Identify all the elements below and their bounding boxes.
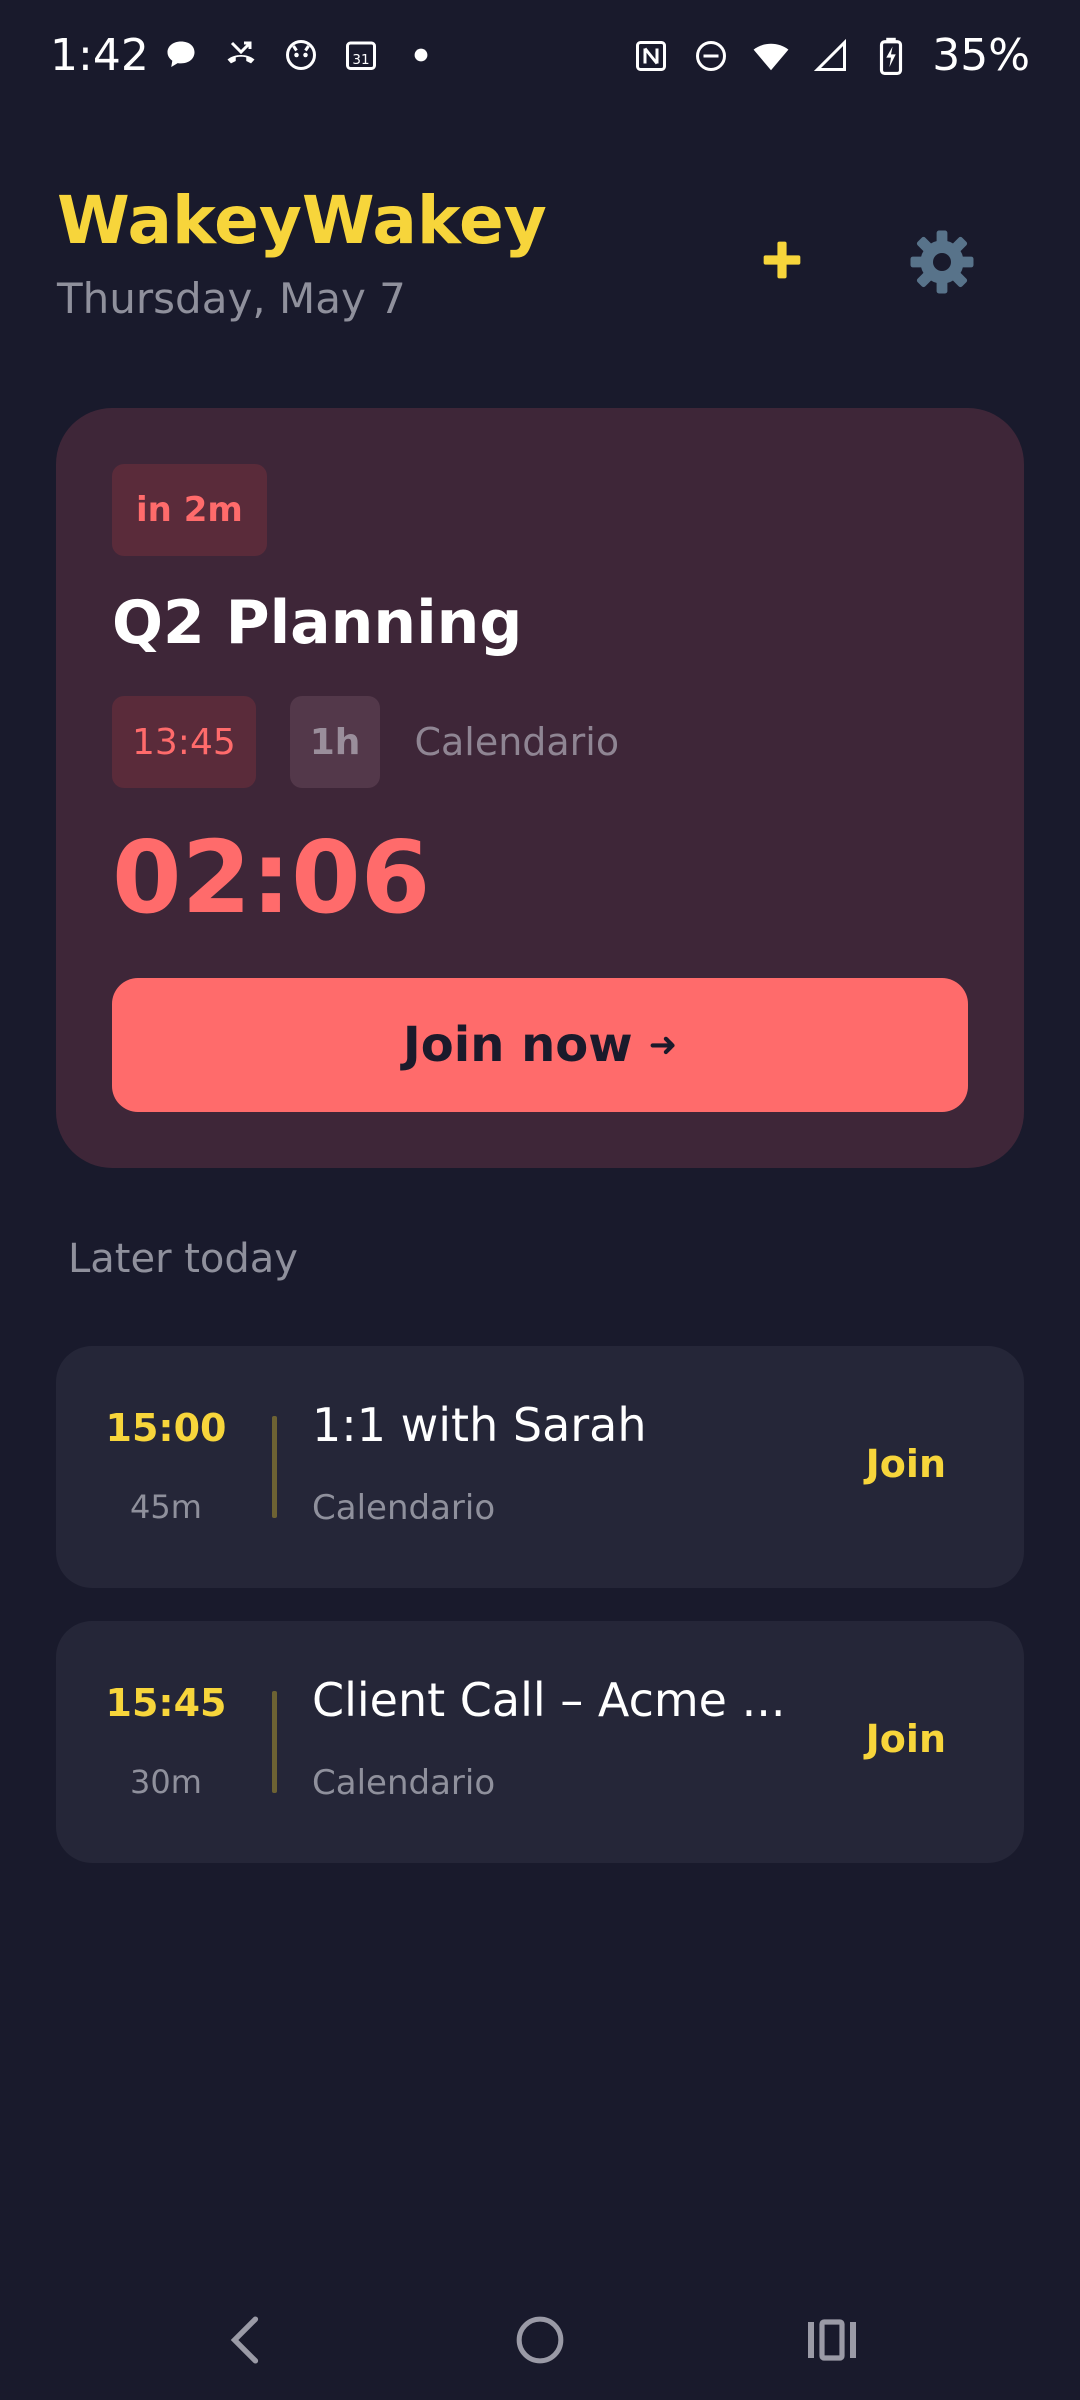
back-button[interactable] [205, 2300, 285, 2380]
recents-icon [808, 2319, 856, 2361]
add-event-button[interactable] [742, 220, 822, 300]
do-not-disturb-icon [692, 37, 730, 75]
status-time: 1:42 [50, 30, 149, 81]
chat-bubble-icon [162, 36, 200, 74]
meeting-time-badge: 13:45 [112, 696, 256, 788]
event-join-button[interactable]: Join [866, 1717, 946, 1761]
signal-icon [812, 37, 850, 75]
event-calendar-source: Calendario [312, 1488, 496, 1528]
home-button[interactable] [500, 2300, 580, 2380]
system-icons: 35% [632, 30, 1030, 81]
event-join-button[interactable]: Join [866, 1442, 946, 1486]
plus-icon [763, 241, 801, 279]
battery-percent: 35% [932, 30, 1030, 81]
event-card[interactable]: 15:00 45m 1:1 with Sarah Calendario Join [56, 1346, 1024, 1588]
back-chevron-icon [230, 2316, 259, 2364]
meeting-meta: 13:45 1h Calendario [112, 696, 619, 788]
event-time: 15:00 [105, 1406, 227, 1450]
gear-icon [910, 230, 974, 294]
app-title: WakeyWakey [57, 182, 547, 259]
event-time: 15:45 [105, 1681, 227, 1725]
github-icon [282, 36, 320, 74]
home-circle-icon [516, 2316, 564, 2364]
nfc-icon [632, 37, 670, 75]
more-notifications-icon [402, 36, 440, 74]
event-divider [272, 1691, 277, 1793]
status-bar: 1:42 31 35% [0, 0, 1080, 118]
navigation-bar [0, 2280, 1080, 2400]
missed-call-icon [222, 36, 260, 74]
battery-charging-icon [872, 37, 910, 75]
countdown-timer: 02:06 [112, 819, 431, 936]
current-date: Thursday, May 7 [57, 274, 406, 323]
calendar-icon: 31 [342, 36, 380, 74]
event-duration: 30m [130, 1763, 202, 1801]
meeting-duration-badge: 1h [289, 696, 381, 788]
next-meeting-card: in 2m Q2 Planning 13:45 1h Calendario 02… [56, 408, 1024, 1168]
later-today-heading: Later today [68, 1236, 298, 1282]
join-now-button[interactable]: Join now ➜ [112, 978, 968, 1112]
starts-in-badge: in 2m [112, 464, 267, 556]
event-calendar-source: Calendario [312, 1763, 496, 1803]
event-divider [272, 1416, 277, 1518]
wifi-icon [752, 37, 790, 75]
notification-icons: 31 [162, 36, 440, 74]
event-title: 1:1 with Sarah [312, 1398, 647, 1452]
meeting-calendar-source: Calendario [414, 720, 620, 764]
event-title: Client Call – Acme ... [312, 1673, 786, 1727]
join-now-label: Join now [402, 1017, 633, 1073]
event-card[interactable]: 15:45 30m Client Call – Acme ... Calenda… [56, 1621, 1024, 1863]
meeting-title: Q2 Planning [112, 588, 523, 658]
settings-button[interactable] [900, 220, 984, 304]
svg-text:31: 31 [352, 52, 369, 68]
recents-button[interactable] [792, 2300, 872, 2380]
arrow-right-icon: ➜ [648, 1025, 678, 1065]
event-duration: 45m [130, 1488, 202, 1526]
